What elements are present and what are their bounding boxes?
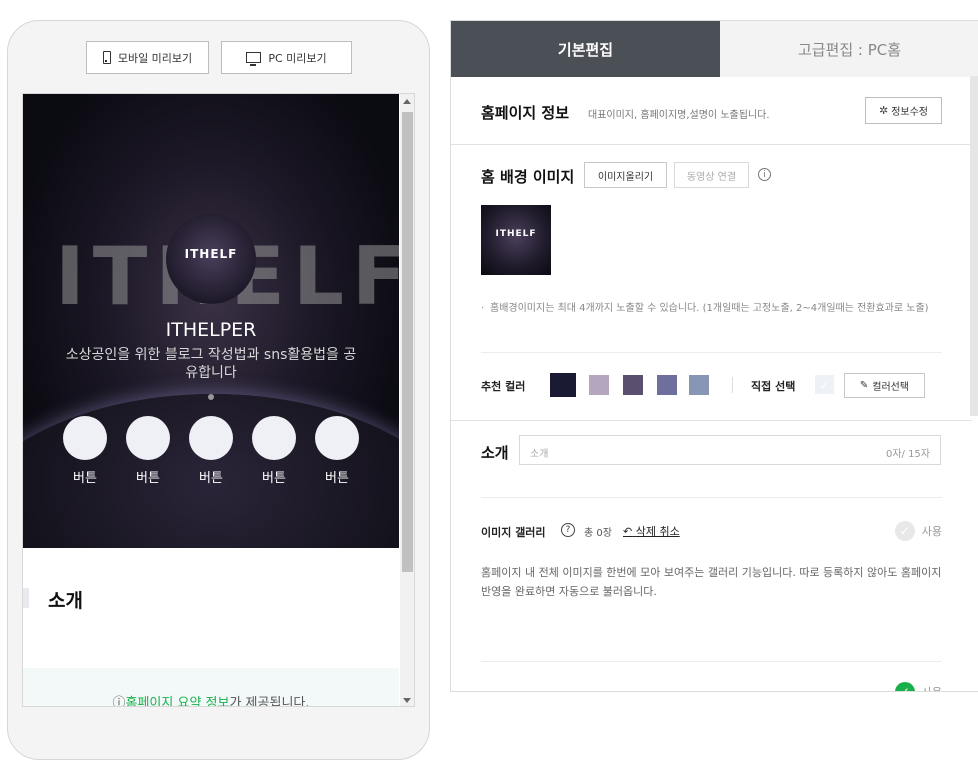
direct-select-checkbox[interactable]: ✓ (815, 375, 834, 394)
color-swatch-3[interactable] (623, 375, 643, 395)
scroll-up-arrow-icon[interactable] (403, 99, 411, 104)
gear-icon: ✲ (878, 104, 889, 117)
pc-preview-label: PC 미리보기 (268, 51, 327, 65)
hero-button-row: 버튼 버튼 버튼 버튼 버튼 (63, 416, 359, 486)
hero-button-3[interactable]: 버튼 (189, 416, 233, 486)
next-item-row: ✓ 사용 (481, 682, 942, 691)
intro-title: 소개 (481, 444, 509, 462)
hero-button-label: 버튼 (262, 471, 286, 486)
divider (481, 352, 942, 353)
upload-image-button[interactable]: 이미지올리기 (584, 162, 667, 188)
hero-button-1[interactable]: 버튼 (63, 416, 107, 486)
carousel-dot (208, 394, 214, 400)
check-icon: ✓ (894, 521, 915, 541)
homepage-title: ITHELPER (165, 319, 257, 341)
summary-info-link[interactable]: 홈페이지 요약 정보 (126, 696, 230, 706)
undo-delete-link[interactable]: ↶ 삭제 취소 (623, 523, 680, 539)
edit-tabs: 기본편집 고급편집 : PC홈 (451, 21, 978, 77)
edit-info-button[interactable]: ✲ 정보수정 (865, 97, 942, 124)
color-row: 추천 컬러 직접 선택 ✓ ✎ 컬러선택 (481, 373, 951, 398)
mobile-icon (102, 51, 111, 64)
color-swatch-1[interactable] (550, 373, 576, 397)
intro-char-counter: 0자/ 15자 (885, 449, 930, 460)
background-title: 홈 배경 이미지 (481, 168, 575, 186)
summary-notice: ⓘ홈페이지 요약 정보가 제공됩니다. (23, 668, 399, 707)
hero-button-label: 버튼 (73, 471, 97, 486)
homepage-info-title: 홈페이지 정보 (481, 104, 570, 122)
undo-icon: ↶ (623, 525, 633, 538)
gallery-header: 이미지 갤러리 ? 총 0장 ↶ 삭제 취소 ✓ 사용 (481, 521, 942, 541)
undo-delete-label: 삭제 취소 (635, 525, 680, 538)
connect-video-button[interactable]: 동영상 연결 (674, 162, 749, 188)
divider (481, 497, 942, 498)
next-item-use-label: 사용 (922, 684, 942, 691)
button-circle (189, 416, 233, 460)
thumbnail-text: ITHELF (495, 229, 537, 239)
hero-button-5[interactable]: 버튼 (315, 416, 359, 486)
edit-info-label: 정보수정 (891, 107, 929, 118)
gallery-description: 홈페이지 내 전체 이미지를 한번에 모아 보여주는 갤러리 기능입니다. 따로… (481, 566, 942, 598)
direct-select-label: 직접 선택 (751, 380, 796, 393)
preview-intro-section: 소개 (23, 548, 399, 668)
edit-panel: 기본편집 고급편집 : PC홈 홈페이지 정보 대표이미지, 홈페이지명,설명이… (450, 20, 978, 692)
hero-button-label: 버튼 (325, 471, 349, 486)
monitor-icon (246, 52, 262, 66)
background-thumbnail[interactable]: ITHELF (481, 205, 551, 275)
color-swatch-2[interactable] (589, 375, 609, 395)
intro-placeholder: 소개 (530, 449, 549, 460)
intro-input[interactable]: 소개 0자/ 15자 (519, 435, 941, 465)
color-swatch-5[interactable] (689, 375, 709, 395)
color-swatch-4[interactable] (657, 375, 677, 395)
button-circle (315, 416, 359, 460)
summary-suffix: 가 제공됩니다. (229, 696, 310, 707)
mobile-preview-button[interactable]: 모바일 미리보기 (86, 41, 209, 74)
gallery-title: 이미지 갤러리 (481, 526, 546, 539)
background-image-section: 홈 배경 이미지 이미지올리기 동영상 연결 i ITHELF 홈배경이미지는 … (451, 145, 972, 421)
homepage-info-section: 홈페이지 정보 대표이미지, 홈페이지명,설명이 노출됩니다. ✲ 정보수정 (451, 77, 972, 145)
section-marker (23, 588, 29, 608)
divider (732, 377, 733, 393)
profile-logo: ITHELF (166, 214, 256, 304)
pc-preview-button[interactable]: PC 미리보기 (221, 41, 352, 74)
button-circle (126, 416, 170, 460)
color-picker-button[interactable]: ✎ 컬러선택 (844, 373, 925, 398)
mobile-preview-label: 모바일 미리보기 (117, 51, 193, 65)
hero-button-label: 버튼 (136, 471, 160, 486)
check-icon: ✓ (894, 682, 915, 691)
scrollbar-thumb[interactable] (402, 112, 413, 572)
logo-text: ITHELF (184, 247, 238, 261)
button-circle (252, 416, 296, 460)
divider (481, 661, 942, 662)
button-circle (63, 416, 107, 460)
intro-section: 소개 소개 0자/ 15자 이미지 갤러리 ? 총 0장 ↶ 삭제 취소 ✓ 사… (451, 421, 972, 691)
hero-button-2[interactable]: 버튼 (126, 416, 170, 486)
gallery-use-toggle[interactable]: ✓ 사용 (894, 521, 942, 541)
gallery-use-label: 사용 (921, 525, 942, 538)
preview-scrollbar[interactable] (400, 94, 414, 706)
next-item-use-toggle[interactable]: ✓ 사용 (894, 682, 942, 691)
tab-basic-edit[interactable]: 기본편집 (451, 21, 720, 77)
help-icon[interactable]: ? (561, 523, 575, 537)
homepage-info-subtitle: 대표이미지, 홈페이지명,설명이 노출됩니다. (588, 110, 770, 121)
preview-intro-heading: 소개 (48, 590, 83, 612)
background-note: 홈배경이미지는 최대 4개까지 노출할 수 있습니다. (1개일때는 고정노출,… (481, 301, 941, 316)
hero-button-4[interactable]: 버튼 (252, 416, 296, 486)
hero-banner: ITHELF ITHELF ITHELPER 소상공인을 위한 블로그 작성법과… (23, 94, 399, 548)
preview-device-frame: 모바일 미리보기 PC 미리보기 ITHELF ITHELF ITHELPER … (7, 20, 430, 760)
color-picker-label: 컬러선택 (872, 382, 910, 393)
scroll-down-arrow-icon[interactable] (403, 698, 411, 703)
info-icon: ⓘ (112, 696, 126, 707)
hero-button-label: 버튼 (199, 471, 223, 486)
gallery-count: 총 0장 (584, 528, 612, 539)
info-icon[interactable]: i (758, 168, 771, 181)
eyedropper-icon: ✎ (859, 380, 869, 391)
tab-advanced-edit[interactable]: 고급편집 : PC홈 (720, 21, 978, 77)
recommend-color-label: 추천 컬러 (481, 380, 526, 393)
homepage-description: 소상공인을 위한 블로그 작성법과 sns활용법을 공유합니다 (65, 347, 357, 381)
preview-screen: ITHELF ITHELF ITHELPER 소상공인을 위한 블로그 작성법과… (22, 93, 415, 707)
panel-scrollbar[interactable] (970, 76, 978, 416)
